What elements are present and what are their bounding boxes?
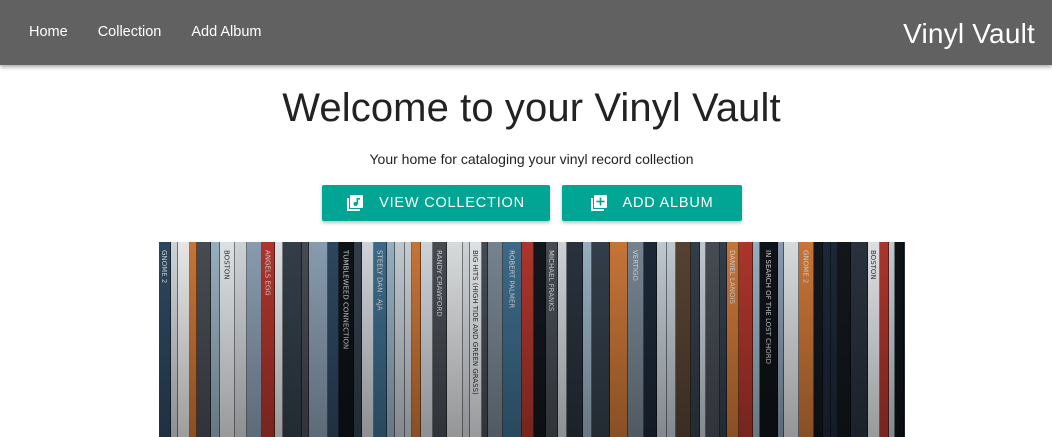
nav-links: Home Collection Add Album	[14, 0, 277, 65]
add-album-button[interactable]: ADD ALBUM	[562, 185, 742, 221]
brand-logo-text[interactable]: Vinyl Vault	[903, 0, 1035, 67]
record-spines-graphic: GNOME 2BOSTONANGELS EGGTUMBLEWEED CONNEC…	[159, 242, 905, 437]
page-subtitle: Your home for cataloging your vinyl reco…	[369, 151, 694, 167]
nav-link-collection[interactable]: Collection	[83, 0, 177, 65]
view-collection-button[interactable]: VIEW COLLECTION	[322, 185, 550, 221]
view-collection-label: VIEW COLLECTION	[379, 195, 525, 211]
record-spines-photo: GNOME 2BOSTONANGELS EGGTUMBLEWEED CONNEC…	[159, 242, 905, 437]
page-title: Welcome to your Vinyl Vault	[282, 86, 781, 130]
add-album-label: ADD ALBUM	[622, 195, 714, 211]
library-add-icon	[590, 195, 607, 211]
library-music-icon	[347, 195, 364, 211]
nav-link-add-album[interactable]: Add Album	[176, 0, 276, 65]
photo-shading	[159, 242, 905, 437]
top-navbar: Home Collection Add Album Vinyl Vault	[0, 0, 1052, 65]
nav-link-home[interactable]: Home	[14, 0, 83, 65]
